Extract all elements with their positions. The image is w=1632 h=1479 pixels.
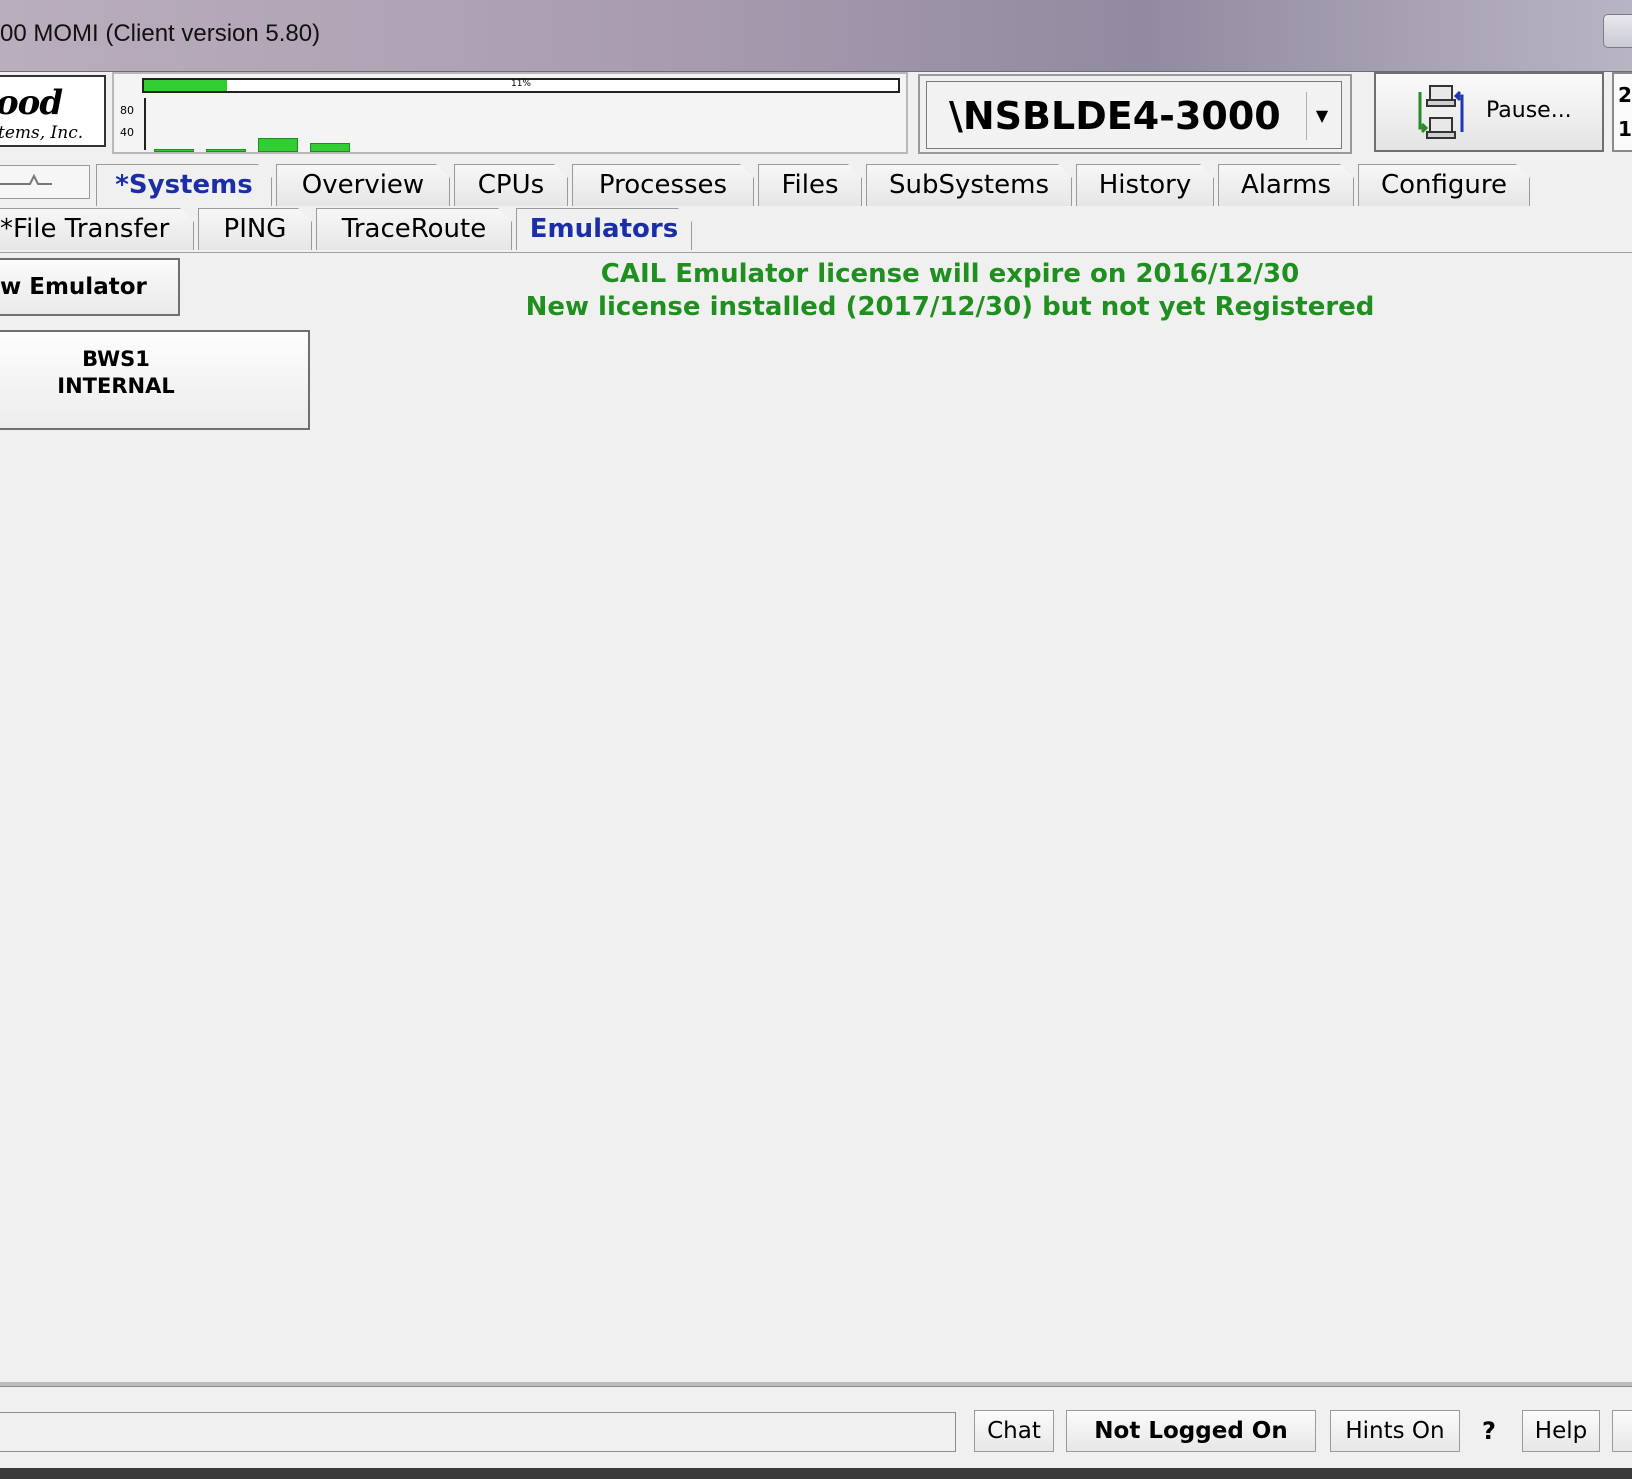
graph-axis-label-40: 40 (120, 126, 134, 139)
computers-sync-icon (1418, 85, 1464, 139)
clipped-panel-line2: 1 (1618, 117, 1632, 141)
tab-alarms[interactable]: Alarms (1218, 164, 1354, 206)
tab-file-transfer[interactable]: *File Transfer (0, 208, 194, 250)
mini-chart-button[interactable] (0, 165, 90, 199)
tab-overview[interactable]: Overview (276, 164, 450, 206)
activity-bar (206, 149, 246, 152)
title-bar: 00 MOMI (Client version 5.80) (0, 0, 1632, 72)
hints-toggle-button[interactable]: Hints On (1330, 1410, 1460, 1452)
system-selector[interactable]: \NSBLDE4-3000 ▼ (918, 74, 1352, 154)
activity-bar (310, 143, 350, 152)
tab-systems[interactable]: *Systems (96, 164, 272, 206)
question-icon[interactable]: ? (1482, 1410, 1496, 1452)
window-bottom-edge (0, 1468, 1632, 1479)
primary-tab-bar: *Systems Overview CPUs Processes Files S… (0, 162, 1632, 206)
tab-history[interactable]: History (1076, 164, 1214, 206)
activity-bar (154, 149, 194, 152)
tab-files[interactable]: Files (758, 164, 862, 206)
activity-bar (258, 138, 298, 152)
secondary-tab-bar: *File Transfer PING TraceRoute Emulators (0, 206, 1632, 253)
clipped-panel-line1: 2 (1618, 83, 1632, 107)
pause-button-label: Pause... (1486, 98, 1572, 123)
license-message: CAIL Emulator license will expire on 201… (500, 258, 1400, 324)
window-title: 00 MOMI (Client version 5.80) (0, 20, 321, 47)
tab-configure[interactable]: Configure (1358, 164, 1530, 206)
tab-ping[interactable]: PING (198, 208, 312, 250)
company-logo: ood tems, Inc. (0, 75, 106, 147)
emulator-name: BWS1 (82, 347, 150, 371)
tab-emulators[interactable]: Emulators (516, 208, 692, 250)
emulator-bws1-button[interactable]: BWS1 INTERNAL (0, 330, 310, 430)
system-selector-field[interactable]: \NSBLDE4-3000 ▼ (926, 81, 1342, 149)
pause-button[interactable]: Pause... (1374, 72, 1604, 152)
graph-y-axis (144, 98, 146, 150)
cpu-activity-graph: 11% 80 40 (112, 72, 908, 154)
cpu-progress-bar: 11% (142, 78, 900, 93)
help-button[interactable]: Help (1522, 1410, 1600, 1452)
new-emulator-button[interactable]: w Emulator (0, 258, 180, 316)
new-emulator-label: w Emulator (0, 274, 147, 300)
clipped-panel: 2 1 (1612, 72, 1632, 152)
login-status-button[interactable]: Not Logged On (1066, 1410, 1316, 1452)
tab-cpus[interactable]: CPUs (454, 164, 568, 206)
logo-text-line2: tems, Inc. (0, 123, 84, 143)
status-message-field (0, 1412, 956, 1452)
emulator-type: INTERNAL (57, 374, 175, 398)
license-expiry-text: CAIL Emulator license will expire on 201… (600, 259, 1300, 289)
logo-text-line1: ood (0, 83, 63, 123)
trend-line-icon (0, 173, 52, 185)
system-name: \NSBLDE4-3000 (949, 94, 1281, 138)
toolbar: ood tems, Inc. 11% 80 40 \NSBLDE4-3000 ▼… (0, 72, 1632, 162)
tab-traceroute[interactable]: TraceRoute (316, 208, 512, 250)
chevron-down-icon[interactable]: ▼ (1306, 92, 1337, 140)
chat-button[interactable]: Chat (974, 1410, 1054, 1452)
cpu-progress-label: 11% (510, 79, 531, 89)
tab-processes[interactable]: Processes (572, 164, 754, 206)
window-control-button[interactable] (1603, 14, 1632, 48)
status-separator (0, 1382, 1632, 1387)
tab-subsystems[interactable]: SubSystems (866, 164, 1072, 206)
clipped-status-button[interactable] (1612, 1410, 1632, 1452)
graph-axis-label-80: 80 (120, 104, 134, 117)
license-new-text: New license installed (2017/12/30) but n… (525, 292, 1375, 322)
